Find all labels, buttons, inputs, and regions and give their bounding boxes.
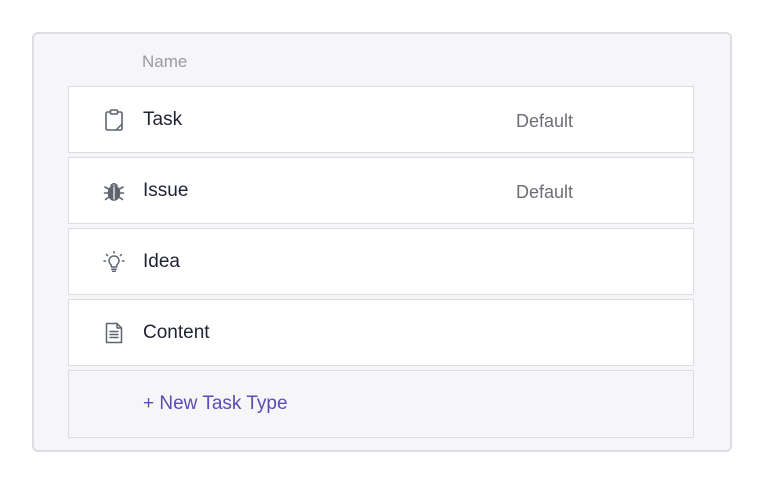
new-task-type-row: + New Task Type bbox=[68, 370, 694, 438]
default-badge: Default bbox=[516, 182, 574, 202]
task-type-name: Idea bbox=[143, 251, 180, 272]
task-type-row-content[interactable]: Content bbox=[68, 299, 694, 366]
task-type-row-idea[interactable]: Idea bbox=[68, 228, 694, 295]
lightbulb-icon bbox=[102, 250, 126, 274]
document-icon bbox=[102, 321, 126, 345]
task-type-row-task[interactable]: Task Default bbox=[68, 86, 694, 153]
default-badge: Default bbox=[516, 111, 574, 131]
task-type-name: Issue bbox=[143, 180, 189, 201]
task-type-list: Task Default Issue Default Idea Content … bbox=[68, 86, 694, 438]
task-type-name: Task bbox=[143, 109, 183, 130]
task-types-panel: Name Task Default Issue Default Idea Con… bbox=[32, 32, 732, 452]
bug-icon bbox=[102, 179, 126, 203]
task-type-row-issue[interactable]: Issue Default bbox=[68, 157, 694, 224]
new-task-type-link[interactable]: + New Task Type bbox=[143, 393, 288, 415]
clipboard-icon bbox=[102, 108, 126, 132]
name-column-header: Name bbox=[142, 52, 188, 71]
task-type-name: Content bbox=[143, 322, 210, 343]
